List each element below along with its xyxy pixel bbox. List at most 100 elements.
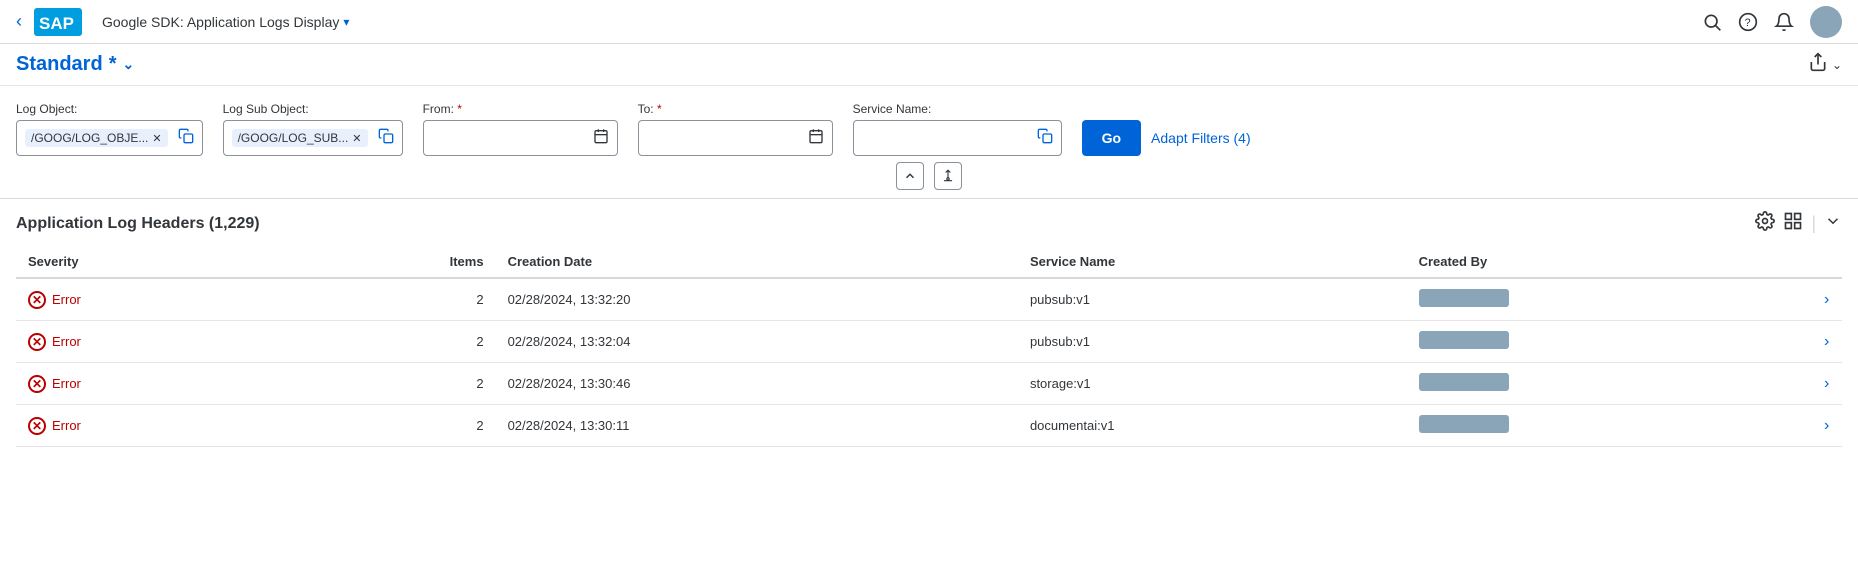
to-required: * xyxy=(657,102,662,116)
col-service-name: Service Name xyxy=(1018,246,1407,278)
top-nav-actions: ? xyxy=(1702,6,1842,38)
items-cell: 2 xyxy=(289,278,495,321)
created-by-cell xyxy=(1407,278,1812,321)
log-table: Severity Items Creation Date Service Nam… xyxy=(16,246,1842,447)
severity-cell: ✕ Error xyxy=(16,321,289,363)
log-sub-object-close[interactable]: ✕ xyxy=(352,132,361,145)
from-field: From: * 02/28/2024, 00:00:00 xyxy=(423,102,618,156)
severity-cell: ✕Error xyxy=(16,405,289,447)
row-nav-cell[interactable]: › xyxy=(1812,405,1842,447)
svg-text:SAP: SAP xyxy=(39,14,74,33)
col-severity: Severity xyxy=(16,246,289,278)
log-sub-object-input-wrap[interactable]: /GOOG/LOG_SUB... ✕ xyxy=(223,120,403,156)
help-icon[interactable]: ? xyxy=(1738,12,1758,32)
created-by-value xyxy=(1419,331,1509,349)
severity-text: Error xyxy=(52,376,81,391)
view-asterisk: * xyxy=(109,53,117,76)
service-name-input[interactable] xyxy=(862,130,1027,146)
severity-cell: ✕ Error xyxy=(16,363,289,405)
creation-date-cell: 02/28/2024, 13:32:04 xyxy=(496,321,1018,363)
row-nav-cell[interactable]: › xyxy=(1812,321,1842,363)
collapse-up-button[interactable] xyxy=(896,162,924,190)
severity-text: Error xyxy=(52,334,81,349)
service-name-cell: pubsub:v1 xyxy=(1018,321,1407,363)
service-name-cell: documentai:v1 xyxy=(1018,405,1407,447)
row-nav-cell[interactable]: › xyxy=(1812,363,1842,405)
share-icon[interactable] xyxy=(1808,52,1828,77)
table-section: Application Log Headers (1,229) | xyxy=(0,199,1858,447)
created-by-value xyxy=(1419,289,1509,307)
service-name-label: Service Name: xyxy=(853,102,1062,116)
severity-text: Error xyxy=(52,292,81,307)
app-title: Google SDK: Application Logs Display ▾ xyxy=(102,14,349,30)
row-arrow-icon[interactable]: › xyxy=(1824,375,1829,392)
to-label: To: * xyxy=(638,102,833,116)
log-object-field: Log Object: /GOOG/LOG_OBJE... ✕ xyxy=(16,102,203,156)
table-title: Application Log Headers (1,229) xyxy=(16,215,260,233)
row-arrow-icon[interactable]: › xyxy=(1824,291,1829,308)
table-header-row: Application Log Headers (1,229) | xyxy=(16,211,1842,236)
col-created-by: Created By xyxy=(1407,246,1812,278)
created-by-cell xyxy=(1407,405,1812,447)
table-row: ✕Error202/28/2024, 13:30:11documentai:v1… xyxy=(16,405,1842,447)
sap-logo: SAP xyxy=(34,8,82,36)
log-sub-object-token: /GOOG/LOG_SUB... ✕ xyxy=(232,129,368,147)
error-icon: ✕ xyxy=(28,333,46,351)
col-nav xyxy=(1812,246,1842,278)
col-items: Items xyxy=(289,246,495,278)
from-input[interactable]: 02/28/2024, 00:00:00 xyxy=(432,130,587,146)
items-cell: 2 xyxy=(289,363,495,405)
top-navigation: ‹ SAP Google SDK: Application Logs Displ… xyxy=(0,0,1858,44)
back-button[interactable]: ‹ xyxy=(16,11,22,32)
user-avatar[interactable] xyxy=(1810,6,1842,38)
table-row: ✕Error202/28/2024, 13:32:20pubsub:v1› xyxy=(16,278,1842,321)
table-row: ✕Error202/28/2024, 13:30:46storage:v1› xyxy=(16,363,1842,405)
view-dropdown-icon[interactable]: ⌄ xyxy=(122,56,134,73)
svg-text:?: ? xyxy=(1745,17,1751,29)
table-row: ✕Error202/28/2024, 13:32:04pubsub:v1› xyxy=(16,321,1842,363)
row-arrow-icon[interactable]: › xyxy=(1824,333,1829,350)
adapt-filters-button[interactable]: Adapt Filters (4) xyxy=(1151,130,1251,146)
log-object-close[interactable]: ✕ xyxy=(152,132,161,145)
search-icon[interactable] xyxy=(1702,12,1722,32)
severity-text: Error xyxy=(52,418,81,433)
table-expand-icon[interactable] xyxy=(1824,212,1842,235)
error-icon: ✕ xyxy=(28,375,46,393)
log-object-copy-icon[interactable] xyxy=(178,128,194,149)
go-button[interactable]: Go xyxy=(1082,120,1141,156)
service-name-input-wrap[interactable] xyxy=(853,120,1062,156)
log-sub-object-label: Log Sub Object: xyxy=(223,102,403,116)
from-input-wrap[interactable]: 02/28/2024, 00:00:00 xyxy=(423,120,618,156)
log-object-input-wrap[interactable]: /GOOG/LOG_OBJE... ✕ xyxy=(16,120,203,156)
to-calendar-icon[interactable] xyxy=(808,128,824,149)
table-view-icon[interactable] xyxy=(1783,211,1803,236)
second-bar: Standard* ⌄ ⌄ xyxy=(0,44,1858,86)
view-title: Standard* ⌄ xyxy=(16,53,134,76)
service-name-copy-icon[interactable] xyxy=(1037,128,1053,149)
table-actions-divider: | xyxy=(1811,213,1816,234)
to-input[interactable]: 02/28/2024, 23:59:59 xyxy=(647,130,802,146)
col-creation-date: Creation Date xyxy=(496,246,1018,278)
filter-collapse-row xyxy=(16,156,1842,190)
app-title-chevron[interactable]: ▾ xyxy=(343,15,349,29)
filter-actions: Go Adapt Filters (4) xyxy=(1082,120,1251,156)
items-cell: 2 xyxy=(289,405,495,447)
log-object-token: /GOOG/LOG_OBJE... ✕ xyxy=(25,129,168,147)
log-sub-object-copy-icon[interactable] xyxy=(378,128,394,149)
created-by-value xyxy=(1419,415,1509,433)
table-header: Severity Items Creation Date Service Nam… xyxy=(16,246,1842,278)
row-arrow-icon[interactable]: › xyxy=(1824,417,1829,434)
second-bar-actions: ⌄ xyxy=(1808,52,1842,77)
pin-button[interactable] xyxy=(934,162,962,190)
table-actions: | xyxy=(1755,211,1842,236)
settings-icon[interactable] xyxy=(1755,211,1775,236)
share-dropdown-icon[interactable]: ⌄ xyxy=(1832,58,1842,72)
created-by-cell xyxy=(1407,363,1812,405)
from-calendar-icon[interactable] xyxy=(593,128,609,149)
to-input-wrap[interactable]: 02/28/2024, 23:59:59 xyxy=(638,120,833,156)
row-nav-cell[interactable]: › xyxy=(1812,278,1842,321)
filter-bar: Log Object: /GOOG/LOG_OBJE... ✕ Log Sub … xyxy=(0,86,1858,199)
filter-row: Log Object: /GOOG/LOG_OBJE... ✕ Log Sub … xyxy=(16,102,1842,156)
error-icon: ✕ xyxy=(28,291,46,309)
bell-icon[interactable] xyxy=(1774,12,1794,32)
